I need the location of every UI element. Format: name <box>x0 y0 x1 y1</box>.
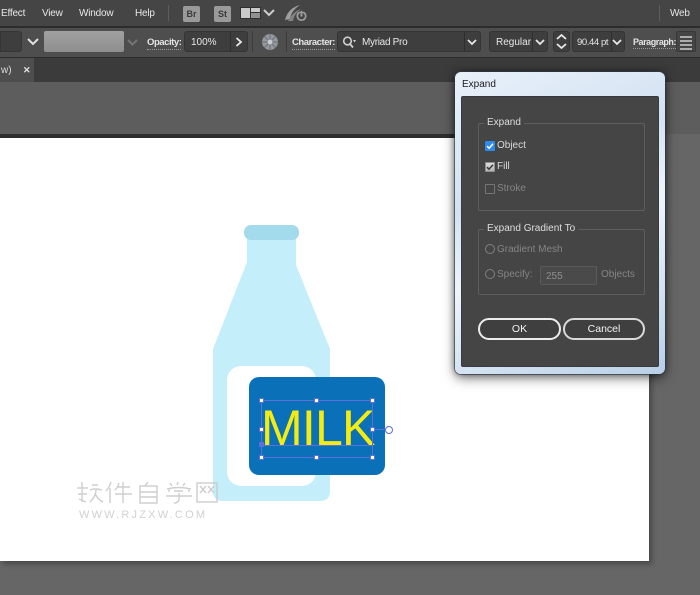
svg-text:WWW.RJZXW.COM: WWW.RJZXW.COM <box>79 509 207 521</box>
